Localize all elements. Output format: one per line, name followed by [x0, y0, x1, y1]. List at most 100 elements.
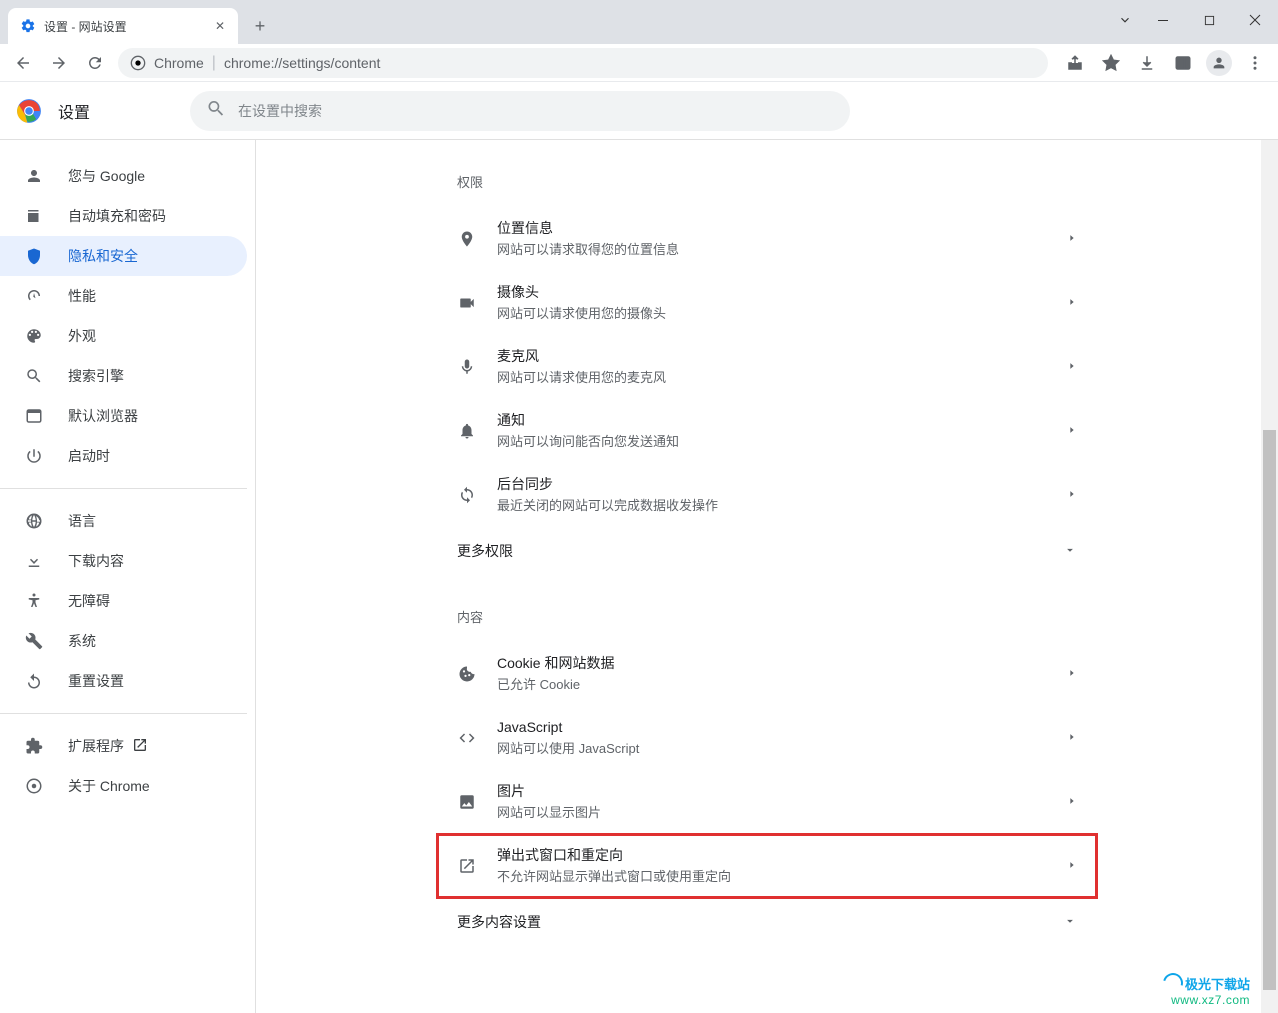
sidebar-item-label: 自动填充和密码 [68, 206, 166, 226]
speed-icon [24, 286, 44, 306]
bookmark-star-icon[interactable] [1094, 46, 1128, 80]
setting-row-popup[interactable]: 弹出式窗口和重定向 不允许网站显示弹出式窗口或使用重定向 [437, 834, 1097, 898]
sidebar-item-autofill[interactable]: 自动填充和密码 [0, 196, 247, 236]
row-title: 摄像头 [497, 282, 1055, 303]
person-icon [24, 166, 44, 186]
system-icon [24, 631, 44, 651]
window-minimize-icon[interactable] [1140, 4, 1186, 36]
address-bar[interactable]: Chrome | chrome://settings/content [118, 48, 1048, 78]
side-panel-icon[interactable] [1166, 46, 1200, 80]
row-title: Cookie 和网站数据 [497, 653, 1055, 674]
expand-row[interactable]: 更多内容设置 [437, 898, 1097, 946]
sidebar-item-language[interactable]: 语言 [0, 501, 247, 541]
setting-row-location[interactable]: 位置信息 网站可以请求取得您的位置信息 [437, 207, 1097, 271]
row-desc: 最近关闭的网站可以完成数据收发操作 [497, 497, 1055, 515]
tab-close-icon[interactable]: ✕ [212, 18, 228, 34]
setting-row-code[interactable]: JavaScript 网站可以使用 JavaScript [437, 706, 1097, 770]
bell-icon [457, 421, 477, 441]
share-icon[interactable] [1058, 46, 1092, 80]
sidebar-item-browser[interactable]: 默认浏览器 [0, 396, 247, 436]
row-desc: 网站可以显示图片 [497, 804, 1055, 822]
chrome-logo-icon [16, 98, 42, 124]
expand-row[interactable]: 更多权限 [437, 527, 1097, 575]
expand-label: 更多权限 [457, 541, 513, 561]
chevron-right-icon [1067, 729, 1077, 747]
settings-main[interactable]: 权限 位置信息 网站可以请求取得您的位置信息 摄像头 网站可以请求使用您的摄像头… [255, 140, 1278, 1013]
window-titlebar: 设置 - 网站设置 ✕ + [0, 0, 1278, 44]
setting-row-mic[interactable]: 麦克风 网站可以请求使用您的麦克风 [437, 335, 1097, 399]
tab-title: 设置 - 网站设置 [44, 18, 212, 35]
chevron-right-icon [1067, 294, 1077, 312]
scrollbar[interactable] [1261, 140, 1278, 1013]
sidebar-item-label: 您与 Google [68, 166, 145, 186]
chevron-right-icon [1067, 358, 1077, 376]
chevron-down-icon [1063, 543, 1077, 560]
sidebar-item-shield[interactable]: 隐私和安全 [0, 236, 247, 276]
sidebar-item-power[interactable]: 启动时 [0, 436, 247, 476]
settings-gear-icon [20, 18, 36, 34]
window-maximize-icon[interactable] [1186, 4, 1232, 36]
setting-row-image[interactable]: 图片 网站可以显示图片 [437, 770, 1097, 834]
accessibility-icon [24, 591, 44, 611]
image-icon [457, 792, 477, 812]
omnibox-separator: | [212, 54, 216, 72]
window-controls [1110, 0, 1278, 40]
sidebar-item-label: 下载内容 [68, 551, 124, 571]
new-tab-button[interactable]: + [246, 12, 274, 40]
sidebar-item-extension[interactable]: 扩展程序 [0, 726, 247, 766]
location-icon [457, 229, 477, 249]
sidebar-item-download[interactable]: 下载内容 [0, 541, 247, 581]
sidebar-item-search[interactable]: 搜索引擎 [0, 356, 247, 396]
sidebar-item-label: 外观 [68, 326, 96, 346]
sidebar-separator [0, 713, 247, 714]
section-label: 内容 [437, 599, 1097, 642]
sidebar-item-label: 重置设置 [68, 671, 124, 691]
autofill-icon [24, 206, 44, 226]
sidebar-item-person[interactable]: 您与 Google [0, 156, 247, 196]
omnibox-prefix: Chrome [154, 55, 204, 71]
browser-tab[interactable]: 设置 - 网站设置 ✕ [8, 8, 238, 44]
sidebar-item-label: 语言 [68, 511, 96, 531]
row-desc: 网站可以请求使用您的摄像头 [497, 305, 1055, 323]
omnibox-url: chrome://settings/content [224, 55, 380, 71]
row-title: 后台同步 [497, 474, 1055, 495]
menu-dots-icon[interactable] [1238, 46, 1272, 80]
expand-label: 更多内容设置 [457, 912, 541, 932]
forward-button[interactable] [42, 46, 76, 80]
setting-row-sync[interactable]: 后台同步 最近关闭的网站可以完成数据收发操作 [437, 463, 1097, 527]
sidebar-item-label: 默认浏览器 [68, 406, 138, 426]
back-button[interactable] [6, 46, 40, 80]
profile-avatar[interactable] [1202, 46, 1236, 80]
watermark: 极光下载站 www.xz7.com [1163, 973, 1250, 1007]
shield-icon [24, 246, 44, 266]
sidebar-item-accessibility[interactable]: 无障碍 [0, 581, 247, 621]
search-icon [206, 98, 226, 123]
sidebar-item-speed[interactable]: 性能 [0, 276, 247, 316]
row-desc: 网站可以使用 JavaScript [497, 740, 1055, 758]
reload-button[interactable] [78, 46, 112, 80]
sidebar-separator [0, 488, 247, 489]
code-icon [457, 728, 477, 748]
tab-search-icon[interactable] [1110, 4, 1140, 36]
sync-icon [457, 485, 477, 505]
setting-row-cookie[interactable]: Cookie 和网站数据 已允许 Cookie [437, 642, 1097, 706]
sidebar-item-reset[interactable]: 重置设置 [0, 661, 247, 701]
row-desc: 网站可以询问能否向您发送通知 [497, 433, 1055, 451]
open-external-icon [132, 737, 148, 756]
sidebar-item-chrome[interactable]: 关于 Chrome [0, 766, 247, 806]
download-icon[interactable] [1130, 46, 1164, 80]
chevron-right-icon [1067, 665, 1077, 683]
sidebar-item-label: 扩展程序 [68, 736, 124, 756]
extension-icon [24, 736, 44, 756]
setting-row-camera[interactable]: 摄像头 网站可以请求使用您的摄像头 [437, 271, 1097, 335]
row-title: 弹出式窗口和重定向 [497, 845, 1055, 866]
scrollbar-thumb[interactable] [1263, 430, 1276, 990]
settings-search-input[interactable] [190, 91, 850, 131]
sidebar-item-label: 性能 [68, 286, 96, 306]
sidebar-item-palette[interactable]: 外观 [0, 316, 247, 356]
chrome-page-icon [130, 55, 146, 71]
sidebar-item-system[interactable]: 系统 [0, 621, 247, 661]
window-close-icon[interactable] [1232, 4, 1278, 36]
section-label: 权限 [437, 164, 1097, 207]
setting-row-bell[interactable]: 通知 网站可以询问能否向您发送通知 [437, 399, 1097, 463]
